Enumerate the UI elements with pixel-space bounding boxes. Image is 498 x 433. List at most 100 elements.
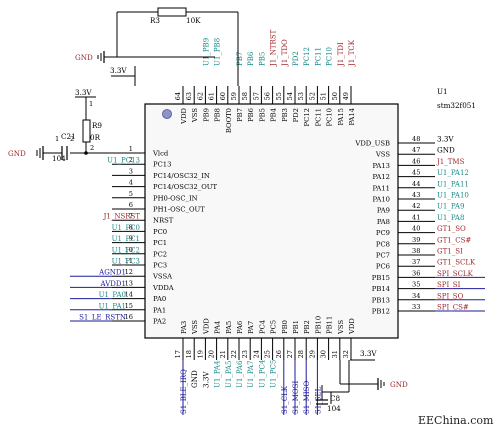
- top-pin-name-62: PB9: [202, 108, 210, 122]
- left-net-label-10: U1_PC2: [112, 246, 140, 254]
- top-pin-number-64: 64: [174, 92, 182, 100]
- r3-value: 10K: [186, 16, 201, 25]
- bottom-net-label-21: U1_PA5: [225, 361, 233, 388]
- right-net-label-46: J1_TMS: [436, 158, 465, 166]
- left-pin-name-9: PC1: [153, 239, 167, 247]
- top-net-label-49: J1_TCK: [348, 39, 356, 67]
- c21-pin-left: 1: [55, 135, 59, 143]
- r3-ref: R3: [150, 16, 160, 25]
- left-net-label-11: U1_PC3: [112, 258, 140, 266]
- right-pin-name-45: PA12: [372, 173, 390, 181]
- right-pin-name-39: PC8: [376, 240, 390, 248]
- left-net-label-12: AGND1: [98, 269, 126, 277]
- gnd-label-left: GND: [8, 149, 26, 158]
- bottom-pin-name-20: PA4: [214, 321, 222, 334]
- bottom-net-label-25: U1_PC5: [270, 360, 278, 388]
- right-pin-number-47: 47: [412, 146, 420, 154]
- top-pin-number-57: 57: [252, 92, 260, 100]
- right-net-label-48: 3.3V: [437, 135, 454, 144]
- top-pin-name-52: PC11: [314, 108, 322, 126]
- right-net-label-38: GT1_SI: [437, 248, 463, 256]
- top-pin-number-62: 62: [196, 92, 204, 100]
- top-pin-number-58: 58: [241, 92, 249, 100]
- r9-pin-top: 1: [89, 100, 93, 108]
- right-net-label-45: U1_PA12: [437, 169, 469, 177]
- top-net-label-61: U1_PB8: [214, 38, 222, 66]
- left-pin-number-5: 5: [129, 190, 133, 198]
- vlcd-circuit: 3.3V 1 R9 0R 2 C21 104 1 2 GND: [8, 88, 145, 163]
- right-net-label-39: GT1_CS#: [437, 236, 471, 244]
- left-pin-name-8: PC0: [153, 228, 167, 236]
- bottom-pin-number-29: 29: [308, 350, 316, 358]
- right-net-label-47: GND: [437, 146, 455, 155]
- bottom-pin-number-20: 20: [208, 350, 216, 358]
- top-pin-name-57: PB5: [258, 108, 266, 122]
- right-net-label-36: SPI_SCLK: [437, 270, 474, 278]
- top-pin-name-49: PA14: [348, 108, 356, 126]
- bottom-pin-number-27: 27: [286, 350, 294, 358]
- top-net-label-52: PC11: [314, 47, 322, 66]
- c8-value: 104: [327, 404, 341, 413]
- right-pin-name-37: PC6: [376, 263, 390, 271]
- top-pin-name-60: BOOT0: [225, 108, 233, 133]
- left-net-label-16: S1_LE_RSTN: [79, 314, 126, 322]
- left-pin-number-3: 3: [129, 167, 133, 175]
- bottom-net-label-26: S1_CLK: [281, 385, 289, 414]
- top-pin-number-51: 51: [320, 92, 328, 100]
- right-net-label-43: U1_PA10: [437, 192, 469, 200]
- right-pin-name-41: PA8: [377, 218, 390, 226]
- right-net-label-44: U1_PA11: [437, 180, 469, 188]
- r9-pin-bottom: 2: [90, 144, 94, 152]
- left-pin-name-3: PC14/OSC32_IN: [153, 172, 210, 180]
- left-net-label-15: U1_PA1: [99, 302, 126, 310]
- left-net-label-9: U1_PC1: [112, 235, 140, 243]
- top-net-label-56: J1_NTRST: [270, 29, 278, 67]
- pin1-marker: [162, 109, 172, 119]
- left-pin-number-4: 4: [129, 179, 133, 187]
- top-pin-number-59: 59: [230, 92, 238, 100]
- right-pin-number-46: 46: [412, 157, 420, 165]
- top-pin-number-61: 61: [208, 92, 216, 100]
- r9-ref: R9: [92, 121, 102, 130]
- bottom-net-label-28: S1_MISO: [303, 381, 311, 414]
- right-pin-name-42: PA9: [377, 207, 390, 215]
- top-pin-number-60: 60: [219, 92, 227, 100]
- top-net-label-53: PC12: [303, 47, 311, 66]
- top-net-label-54: PD2: [292, 51, 300, 66]
- chip-refdes: U1: [437, 87, 448, 96]
- top-pin-name-55: PB3: [281, 108, 289, 122]
- r9-value: 0R: [90, 133, 101, 142]
- bottom-pin-name-27: PB1: [292, 320, 300, 334]
- right-pin-number-41: 41: [412, 213, 420, 221]
- left-pin-number-1: 1: [129, 145, 133, 153]
- right-pin-name-48: VDD_USB: [354, 140, 390, 148]
- right-net-label-40: GT1_SO: [437, 225, 466, 233]
- bottom-pin-name-21: PA5: [225, 321, 233, 334]
- bottom-pin-name-32: VDD: [348, 318, 356, 335]
- top-net-label-62: U1_PB9: [202, 38, 210, 66]
- bottom-net-label-18: GND: [190, 370, 199, 388]
- bottom-net-label-23: U1_PA7: [247, 361, 255, 388]
- top-net-label-58: PB6: [247, 51, 255, 66]
- bottom-pin-number-28: 28: [297, 350, 305, 358]
- schematic-canvas: U1 stm32f051 64VDD63VSS62PB9U1_PB961PB8U…: [8, 7, 494, 427]
- top-pin-name-50: PA15: [337, 108, 345, 126]
- bottom-pin-number-32: 32: [342, 350, 350, 358]
- left-net-label-7: J1_NSRST: [103, 213, 141, 221]
- left-pin-name-16: PA2: [153, 318, 166, 326]
- left-pin-name-12: VSSA: [152, 273, 172, 281]
- right-pin-number-34: 34: [412, 292, 420, 300]
- top-net-label-59: PB7: [236, 52, 244, 66]
- right-pin-number-40: 40: [412, 225, 420, 233]
- top-pin-number-50: 50: [331, 92, 339, 100]
- left-pin-name-7: NRST: [153, 217, 174, 225]
- bottom-net-label-17: S1_BLE_IRQ: [180, 369, 188, 414]
- right-pin-name-43: PA10: [372, 196, 390, 204]
- top-net-label-51: PC10: [326, 47, 334, 66]
- left-pin-name-2: PC13: [153, 161, 171, 169]
- top-pin-number-49: 49: [342, 92, 350, 100]
- left-pin-name-4: PC14/OSC32_OUT: [153, 183, 217, 191]
- left-net-label-8: U1_PC0: [112, 224, 140, 232]
- bottom-pin-number-18: 18: [185, 350, 193, 358]
- bottom-pin-name-19: VDD: [202, 318, 210, 335]
